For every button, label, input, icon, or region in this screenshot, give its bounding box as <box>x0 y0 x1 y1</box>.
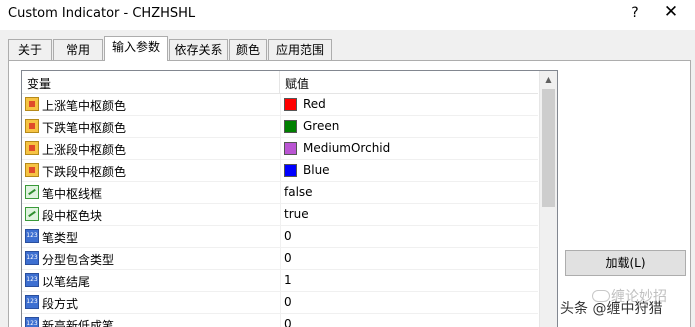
cell-divider <box>280 182 281 203</box>
parameter-name: 上涨段中枢颜色 <box>42 143 127 157</box>
parameter-value[interactable]: false <box>284 185 313 199</box>
parameter-row[interactable]: 123 分型包含类型 0 <box>22 248 538 270</box>
watermark-bottom-text: 头条 @缠中狩猎 <box>560 301 663 317</box>
load-button[interactable]: 加载(L) <box>565 250 686 276</box>
vertical-scrollbar[interactable]: ▲ <box>539 71 557 327</box>
int-param-icon: 123 <box>25 295 39 309</box>
tab-dependencies[interactable]: 依存关系 <box>169 39 228 60</box>
parameter-row[interactable]: 下跌段中枢颜色 Blue <box>22 160 538 182</box>
parameter-value[interactable]: true <box>284 207 309 221</box>
bool-param-icon <box>25 207 39 221</box>
close-button[interactable]: ✕ <box>660 2 682 22</box>
color-swatch[interactable] <box>284 164 297 177</box>
parameter-value[interactable]: 0 <box>284 229 292 243</box>
cell-divider <box>280 116 281 137</box>
column-header-variable[interactable]: 变量 <box>27 75 51 92</box>
parameter-value[interactable]: MediumOrchid <box>303 141 390 155</box>
int-param-icon: 123 <box>25 273 39 287</box>
column-header-value[interactable]: 赋值 <box>285 75 309 92</box>
tab-about[interactable]: 关于 <box>8 39 52 60</box>
cell-divider <box>280 270 281 291</box>
cell-divider <box>280 248 281 269</box>
parameter-value[interactable]: 0 <box>284 295 292 309</box>
tab-colors[interactable]: 颜色 <box>229 39 267 60</box>
tab-visualization[interactable]: 应用范围 <box>268 39 332 60</box>
color-param-icon <box>25 119 39 133</box>
parameter-name: 段方式 <box>42 297 79 311</box>
scroll-up-arrow-icon[interactable]: ▲ <box>540 71 557 88</box>
parameters-grid: 变量 赋值 上涨笔中枢颜色 Red 下跌笔中枢颜色 Green 上涨段中枢颜色 Mediu… <box>21 70 558 327</box>
cell-divider <box>280 314 281 327</box>
cell-divider <box>280 226 281 247</box>
parameter-name: 笔中枢线框 <box>42 187 103 201</box>
parameter-row[interactable]: 上涨段中枢颜色 MediumOrchid <box>22 138 538 160</box>
parameter-name: 下跌段中枢颜色 <box>42 165 127 179</box>
parameter-value[interactable]: Green <box>303 119 339 133</box>
grid-header: 变量 赋值 <box>22 71 538 94</box>
parameter-name: 分型包含类型 <box>42 253 115 267</box>
cell-divider <box>280 292 281 313</box>
parameter-name: 下跌笔中枢颜色 <box>42 121 127 135</box>
help-button[interactable]: ? <box>625 5 645 21</box>
parameter-name: 笔类型 <box>42 231 79 245</box>
parameter-row[interactable]: 上涨笔中枢颜色 Red <box>22 94 538 116</box>
window-title: Custom Indicator - CHZHSHL <box>8 6 196 21</box>
parameter-row[interactable]: 下跌笔中枢颜色 Green <box>22 116 538 138</box>
column-divider[interactable] <box>279 71 280 93</box>
bool-param-icon <box>25 185 39 199</box>
int-param-icon: 123 <box>25 229 39 243</box>
color-param-icon <box>25 163 39 177</box>
cell-divider <box>280 94 281 115</box>
grid-rows: 上涨笔中枢颜色 Red 下跌笔中枢颜色 Green 上涨段中枢颜色 MediumOrchi… <box>22 94 538 327</box>
color-param-icon <box>25 97 39 111</box>
cell-divider <box>280 204 281 225</box>
color-swatch[interactable] <box>284 120 297 133</box>
parameter-row[interactable]: 123 段方式 0 <box>22 292 538 314</box>
color-swatch[interactable] <box>284 98 297 111</box>
color-swatch[interactable] <box>284 142 297 155</box>
scrollbar-thumb[interactable] <box>542 89 555 207</box>
tab-common[interactable]: 常用 <box>53 39 103 60</box>
parameter-value[interactable]: Red <box>303 97 326 111</box>
color-param-icon <box>25 141 39 155</box>
title-bar: Custom Indicator - CHZHSHL ? ✕ <box>0 0 695 30</box>
parameter-value[interactable]: 1 <box>284 273 292 287</box>
parameter-value[interactable]: 0 <box>284 251 292 265</box>
parameter-name: 上涨笔中枢颜色 <box>42 99 127 113</box>
parameter-row[interactable]: 123 以笔结尾 1 <box>22 270 538 292</box>
parameter-name: 段中枢色块 <box>42 209 103 223</box>
parameter-row[interactable]: 笔中枢线框 false <box>22 182 538 204</box>
parameter-row[interactable]: 段中枢色块 true <box>22 204 538 226</box>
parameter-value[interactable]: Blue <box>303 163 330 177</box>
parameter-row[interactable]: 123 新高新低成笔 0 <box>22 314 538 327</box>
parameter-row[interactable]: 123 笔类型 0 <box>22 226 538 248</box>
cell-divider <box>280 160 281 181</box>
cell-divider <box>280 138 281 159</box>
tab-inputs[interactable]: 输入参数 <box>104 36 168 61</box>
int-param-icon: 123 <box>25 251 39 265</box>
parameter-name: 以笔结尾 <box>42 275 91 289</box>
